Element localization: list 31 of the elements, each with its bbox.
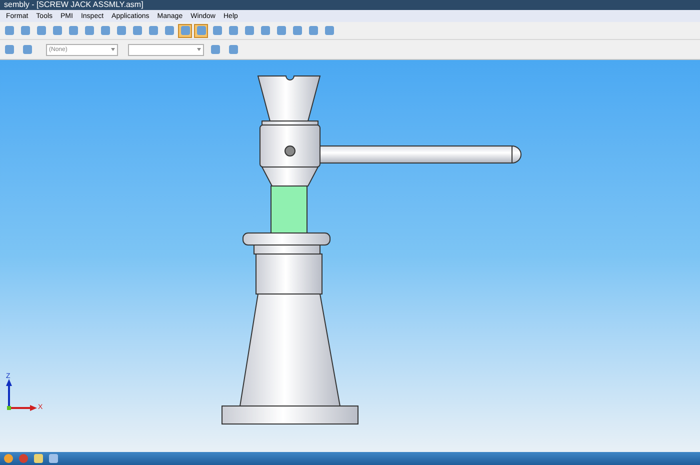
toolbar-button[interactable] (2, 24, 16, 38)
toolbar-button[interactable] (98, 24, 112, 38)
caret-icon (111, 48, 115, 51)
start-icon[interactable] (4, 454, 13, 463)
toolbar-button[interactable] (146, 24, 160, 38)
toolbar-button[interactable] (162, 24, 176, 38)
toolbar-button[interactable] (178, 24, 192, 38)
toolbar-button[interactable] (20, 42, 34, 56)
axis-triad-icon (6, 379, 37, 411)
toolbar-button[interactable] (226, 42, 240, 56)
caret-icon (197, 48, 201, 51)
toolbar-button[interactable] (50, 24, 64, 38)
toolbar-button[interactable] (2, 42, 16, 56)
window-title: sembly - [SCREW JACK ASSMLY.asm] (4, 1, 144, 9)
toolbar-button[interactable] (114, 24, 128, 38)
toolbar-button[interactable] (82, 24, 96, 38)
toolbar-button[interactable] (226, 24, 240, 38)
toolbar-button[interactable] (34, 24, 48, 38)
dropdown[interactable] (128, 44, 204, 56)
toolbar-button[interactable] (242, 24, 256, 38)
toolbar-button[interactable] (18, 24, 32, 38)
toolbar-button[interactable] (258, 24, 272, 38)
toolbar-button[interactable] (274, 24, 288, 38)
toolbar-button[interactable] (322, 24, 336, 38)
toolbar-button[interactable] (306, 24, 320, 38)
toolbar-button[interactable] (194, 24, 208, 38)
toolbar-button[interactable] (210, 24, 224, 38)
toolbar-button[interactable] (130, 24, 144, 38)
toolbar-button[interactable] (290, 24, 304, 38)
toolbar-button[interactable] (66, 24, 80, 38)
toolbar-button[interactable] (208, 42, 222, 56)
